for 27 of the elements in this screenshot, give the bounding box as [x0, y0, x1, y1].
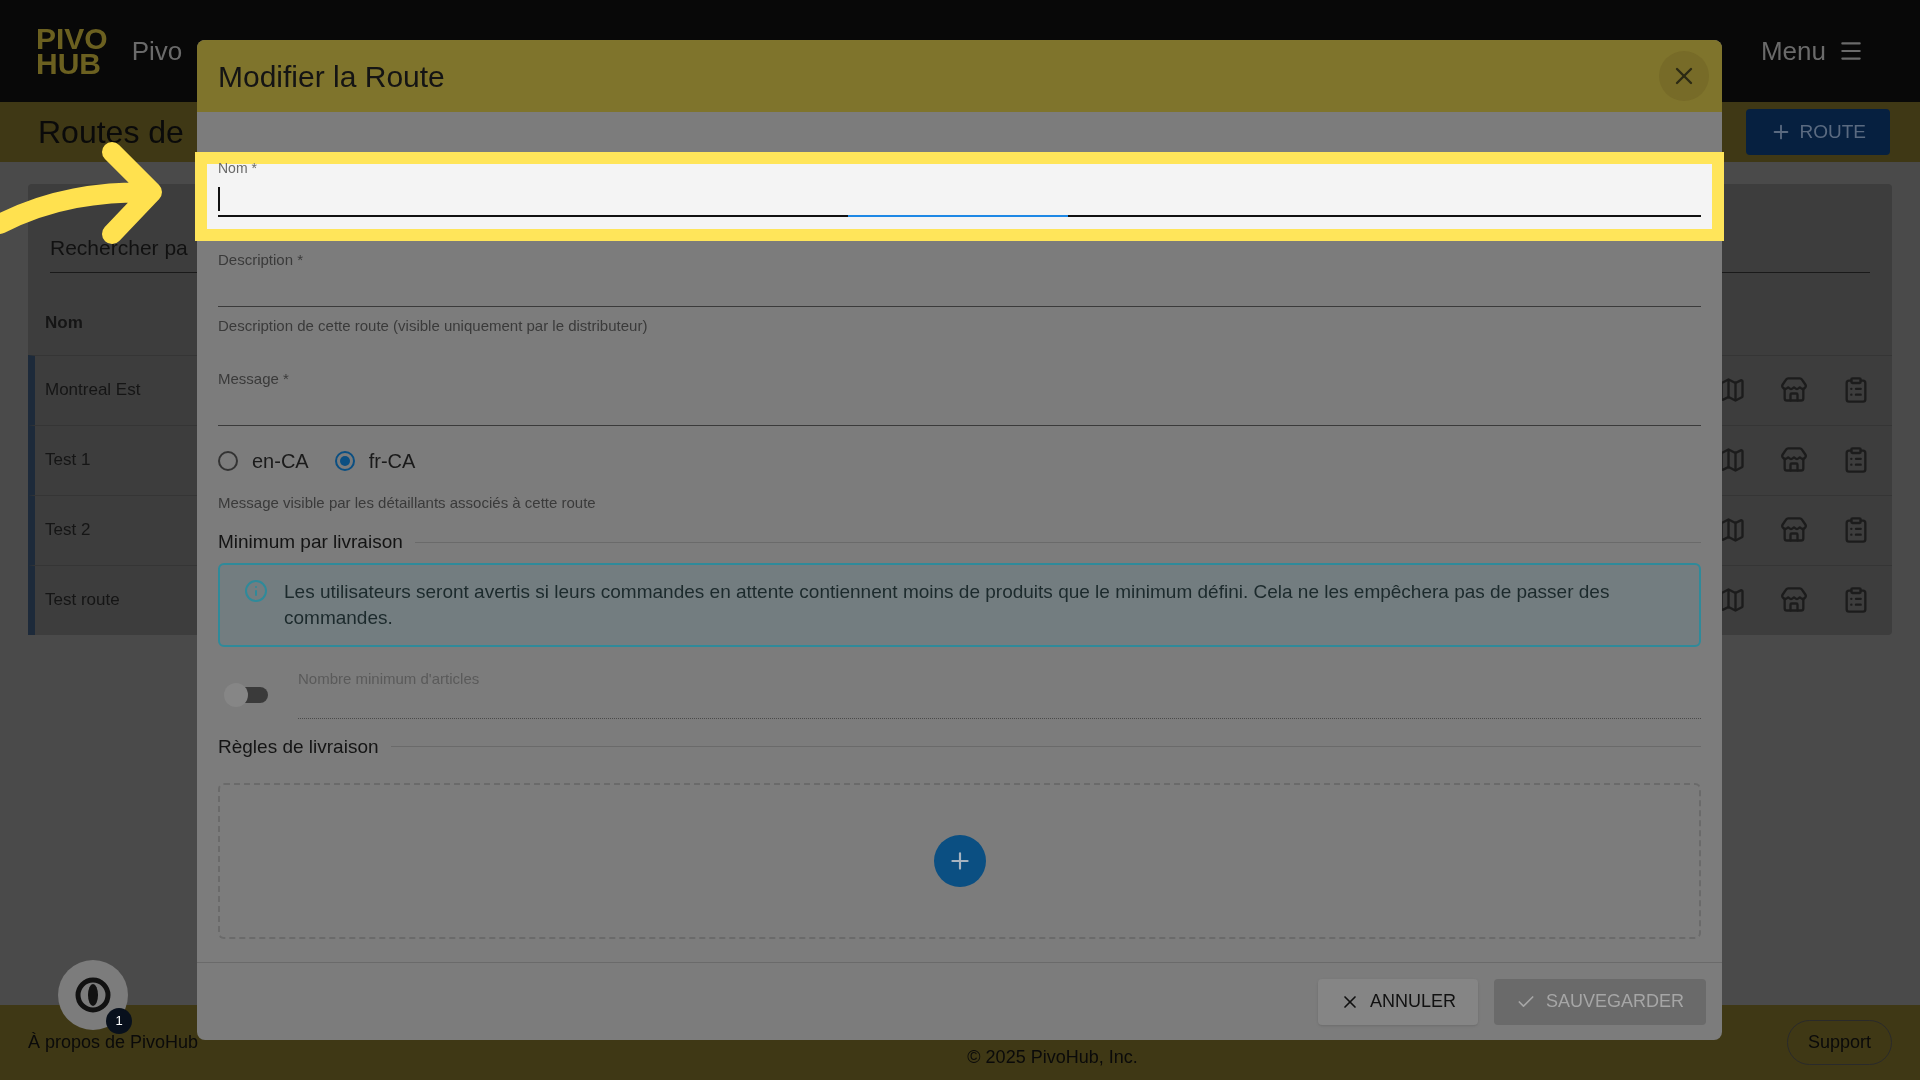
- text-field[interactable]: Description *: [218, 249, 1701, 307]
- add-rule-button[interactable]: [933, 835, 986, 887]
- helper-text: Message visible par les détaillants associés à cette route: [218, 492, 597, 513]
- dialog-title: Modifier la Route: [218, 58, 445, 95]
- store-icon[interactable]: [1780, 446, 1808, 474]
- field-label: Description *: [218, 250, 305, 270]
- add-route-button[interactable]: ROUTE: [1745, 109, 1890, 155]
- helper-text: Description de cette route (visible uniquement par le distributeur): [218, 316, 649, 336]
- store-icon[interactable]: [1780, 586, 1808, 614]
- brand-name: Pivo: [131, 34, 183, 68]
- info-icon: [244, 578, 268, 603]
- notification-badge: 1: [106, 1008, 132, 1034]
- field-label: Message *: [218, 368, 290, 389]
- section-title: Règles de livraison: [218, 734, 379, 759]
- logo[interactable]: PIVO HUB: [36, 25, 108, 77]
- language-radio[interactable]: en-CA: [218, 445, 309, 476]
- cancel-button[interactable]: ANNULER: [1317, 978, 1478, 1025]
- language-radio[interactable]: fr-CA: [334, 445, 416, 476]
- menu-button[interactable]: Menu: [1760, 31, 1864, 71]
- logo-icon: [75, 977, 111, 1013]
- close-button[interactable]: [1659, 51, 1709, 101]
- section-title: Minimum par livraison: [218, 530, 403, 554]
- text-field[interactable]: Message *: [218, 367, 1701, 426]
- store-icon[interactable]: [1780, 376, 1808, 404]
- store-icon[interactable]: [1780, 516, 1808, 544]
- text-cursor: [218, 187, 220, 211]
- info-text: Les utilisateurs seront avertis si leurs commandes en attente contiennent moins de produits que le minimum défini. Cela ne les empêchera pas de passer des commandes.: [284, 579, 1611, 630]
